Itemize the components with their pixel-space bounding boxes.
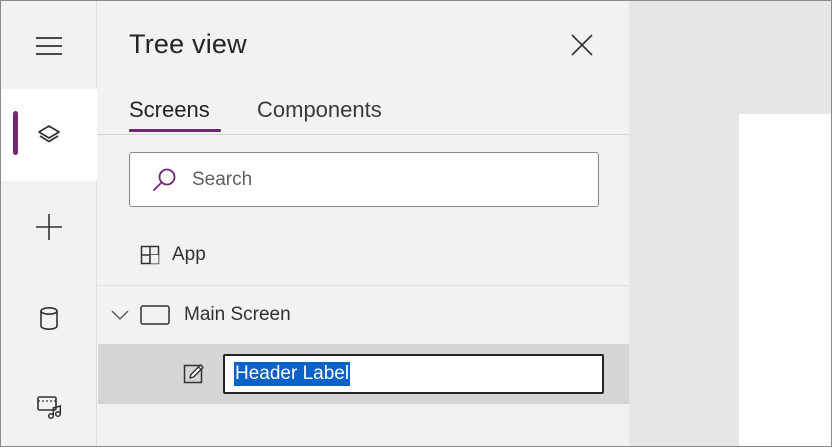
close-icon [571,34,593,56]
menu-button[interactable] [1,12,97,80]
tab-bar: Screens Components [98,89,629,135]
insert-button[interactable] [1,193,97,261]
app-label: App [172,244,206,265]
selected-name-text: Header Label [234,362,351,386]
media-button[interactable] [1,373,97,441]
data-button[interactable] [1,285,97,353]
hamburger-menu-icon [36,37,62,55]
media-icon [37,396,62,420]
tab-components[interactable]: Components [257,97,382,123]
search-icon-container [136,152,192,207]
main-screen-label: Main Screen [184,303,291,325]
tab-selected-indicator [129,129,221,132]
layers-icon [38,125,60,143]
canvas-area [629,1,831,446]
screen-canvas[interactable] [739,114,831,446]
tree-item-header-label[interactable]: Header Label [98,344,629,404]
search-icon [153,168,176,191]
chevron-down-icon[interactable] [110,308,130,322]
tree-view-button[interactable] [1,89,97,181]
tree-item-main-screen[interactable]: Main Screen [98,285,629,343]
screen-icon [140,304,170,325]
rename-input[interactable]: Header Label [223,354,604,394]
tab-screens[interactable]: Screens [129,97,210,123]
plus-icon [36,214,62,240]
search-input[interactable] [192,168,572,191]
left-rail [1,1,97,446]
database-icon [40,306,58,330]
tree-item-app[interactable]: App [98,231,629,279]
search-box[interactable] [129,152,599,207]
edit-label-icon [183,364,204,384]
panel-title: Tree view [129,29,247,59]
close-button[interactable] [566,29,598,61]
app-icon [140,245,160,265]
app-window: Tree view Screens Components Search App … [0,0,832,447]
tree-view-panel: Tree view Screens Components Search App … [98,1,629,446]
